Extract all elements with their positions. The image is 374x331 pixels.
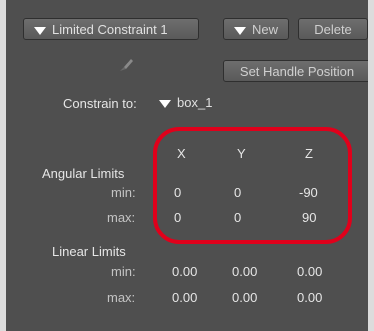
delete-button-label: Delete: [314, 22, 352, 37]
limited-constraint-panel: Limited Constraint 1 New Delete Set Hand…: [0, 0, 374, 331]
delete-button[interactable]: Delete: [298, 18, 368, 40]
right-border-strip: [368, 0, 374, 331]
linear-max-x-field[interactable]: 0.00: [172, 290, 197, 305]
linear-min-y-field[interactable]: 0.00: [232, 264, 257, 279]
linear-limits-title: Linear Limits: [52, 244, 126, 259]
new-dropdown-triangle-icon: [233, 26, 246, 35]
linear-max-y-field[interactable]: 0.00: [232, 290, 257, 305]
linear-min-x-field[interactable]: 0.00: [172, 264, 197, 279]
linear-max-label: max:: [107, 290, 136, 305]
angular-limits-title: Angular Limits: [42, 166, 125, 181]
highlight-circle-annotation: [153, 127, 352, 244]
constraint-dropdown-label: Limited Constraint 1: [52, 22, 168, 37]
paintbrush-icon[interactable]: [117, 56, 135, 74]
constraint-dropdown[interactable]: Limited Constraint 1: [23, 18, 199, 40]
new-button-label: New: [251, 22, 278, 37]
linear-min-label: min:: [111, 264, 136, 279]
set-handle-position-button[interactable]: Set Handle Position: [223, 60, 371, 82]
linear-max-z-field[interactable]: 0.00: [297, 290, 322, 305]
angular-max-label: max:: [107, 210, 136, 225]
angular-min-label: min:: [111, 185, 136, 200]
constrain-to-value: box_1: [177, 95, 213, 110]
constrain-to-label: Constrain to:: [63, 96, 137, 111]
new-button[interactable]: New: [223, 18, 289, 40]
constrain-to-dropdown[interactable]: box_1: [159, 94, 239, 112]
dropdown-triangle-icon: [34, 26, 46, 35]
linear-min-z-field[interactable]: 0.00: [297, 264, 322, 279]
constrain-to-triangle-icon: [159, 99, 171, 108]
set-handle-position-label: Set Handle Position: [239, 64, 355, 79]
left-border-strip: [0, 0, 6, 331]
